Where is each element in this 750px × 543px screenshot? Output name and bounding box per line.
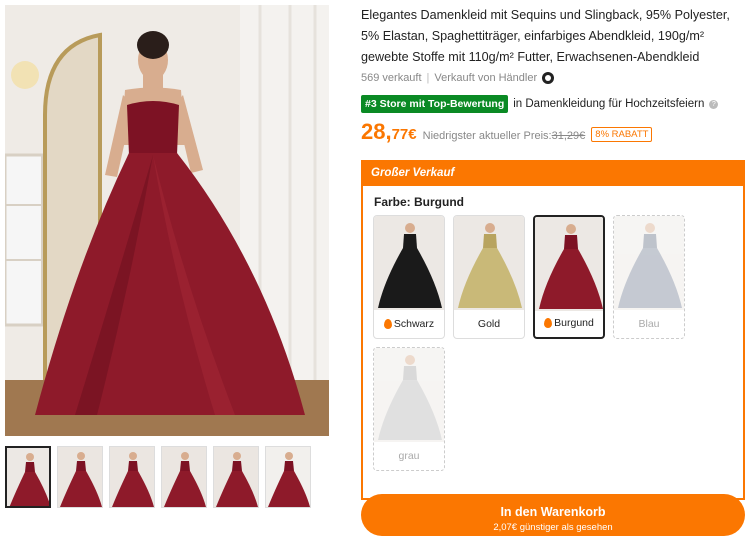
sales-meta: 569 verkauft | Verkauft von Händler [361,72,555,84]
dress-swatch-image [535,217,603,311]
hot-flame-icon [544,317,553,328]
price-row: 28, 77€ Niedrigster aktueller Preis: 31,… [361,119,653,145]
swatch-image [535,217,603,311]
sale-panel: Großer Verkauf Farbe: Burgund Schwarz Go… [361,160,745,500]
product-title: Elegantes Damenkleid mit Sequins und Sli… [361,8,730,64]
dress-photo [5,5,329,436]
swatch-label: Schwarz [374,309,444,338]
swatch-label: grau [374,441,444,470]
dress-thumbnail-image [214,447,258,507]
swatch-image [454,216,524,310]
color-option-schwarz[interactable]: Schwarz [373,215,445,339]
seller-badge-icon [542,72,555,84]
add-to-cart-label: In den Warenkorb [500,504,606,519]
swatch-label-text: grau [398,449,420,462]
swatch-label-text: Blau [638,317,660,330]
swatch-label-text: Schwarz [393,317,435,330]
dress-swatch-image [374,216,444,310]
swatch-label-text: Burgund [554,316,594,329]
dress-swatch-image [614,216,684,310]
color-option-grau[interactable]: grau [373,347,445,471]
color-option-gold[interactable]: Gold [453,215,525,339]
swatch-label: Blau [614,309,684,338]
price-main: 28, [361,119,392,144]
dress-swatch-image [374,348,444,442]
seller-label[interactable]: Verkauft von Händler [434,72,537,84]
thumbnail-3[interactable] [109,446,155,508]
info-icon[interactable]: ? [709,99,719,109]
add-to-cart-button[interactable]: In den Warenkorb 2,07€ günstiger als ges… [361,494,745,536]
ranking-row: #3 Store mit Top-Bewertung in Damenkleid… [361,95,719,113]
selected-color-label: Farbe: Burgund [374,195,464,209]
swatch-label-text: Gold [477,317,501,330]
ranking-badge[interactable]: #3 Store mit Top-Bewertung [361,95,509,113]
hot-flame-icon [383,318,392,329]
main-product-image[interactable] [5,5,329,436]
thumbnail-strip [5,446,315,508]
dress-thumbnail-image [162,447,206,507]
ranking-category[interactable]: in Damenkleidung für Hochzeitsfeiern [513,98,704,110]
dress-thumbnail-image [266,447,310,507]
thumbnail-1[interactable] [5,446,51,508]
price-cents: 77€ [391,126,417,143]
color-option-blau[interactable]: Blau [613,215,685,339]
old-price: 31,29€ [551,130,586,142]
dress-thumbnail-image [110,447,154,507]
thumbnail-5[interactable] [213,446,259,508]
thumbnail-6[interactable] [265,446,311,508]
dress-thumbnail-image [58,447,102,507]
dress-thumbnail-image [7,448,49,506]
swatch-image [374,348,444,442]
swatch-label: Gold [454,309,524,338]
swatch-label: Burgund [535,308,603,337]
thumbnail-4[interactable] [161,446,207,508]
add-to-cart-savings: 2,07€ günstiger als gesehen [493,521,613,533]
lowest-price-label: Niedrigster aktueller Preis: [422,130,552,142]
discount-badge: 8% RABATT [591,127,653,142]
swatch-image [374,216,444,310]
sale-header: Großer Verkauf [363,160,743,186]
swatch-image [614,216,684,310]
sold-count: 569 verkauft [361,72,422,84]
color-option-burgund[interactable]: Burgund [533,215,605,339]
dress-swatch-image [454,216,524,310]
meta-separator: | [426,72,430,84]
thumbnail-2[interactable] [57,446,103,508]
